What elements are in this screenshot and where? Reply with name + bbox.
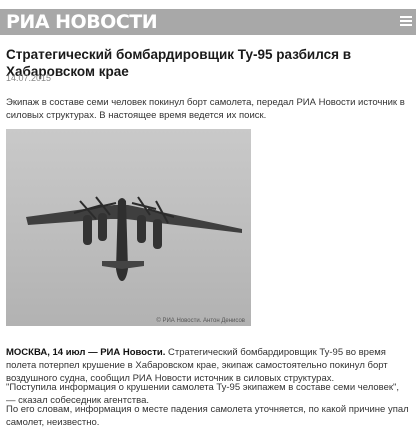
menu-icon-bar [400, 16, 412, 18]
menu-icon[interactable] [400, 14, 412, 28]
article-photo: © РИА Новости. Антон Денисов [6, 129, 251, 326]
site-logo[interactable]: РИА НОВОСТИ [6, 11, 158, 33]
site-header: РИА НОВОСТИ [0, 9, 416, 35]
article-date: 14.07.2015 [6, 73, 52, 83]
article-paragraph: По его словам, информация о месте падени… [6, 404, 409, 428]
menu-icon-bar [400, 24, 412, 26]
article-paragraph: МОСКВА, 14 июл — РИА Новости. Стратегиче… [6, 346, 410, 385]
article-title: Стратегический бомбардировщик Ту-95 разб… [6, 47, 352, 79]
article-lead: Экипаж в составе семи человек покинул бо… [6, 97, 405, 121]
bomber-aircraft-image [26, 196, 242, 281]
article-dateline: МОСКВА, 14 июл — РИА Новости. [6, 347, 166, 358]
photo-caption: © РИА Новости. Антон Денисов [156, 318, 245, 324]
menu-icon-bar [400, 20, 412, 22]
